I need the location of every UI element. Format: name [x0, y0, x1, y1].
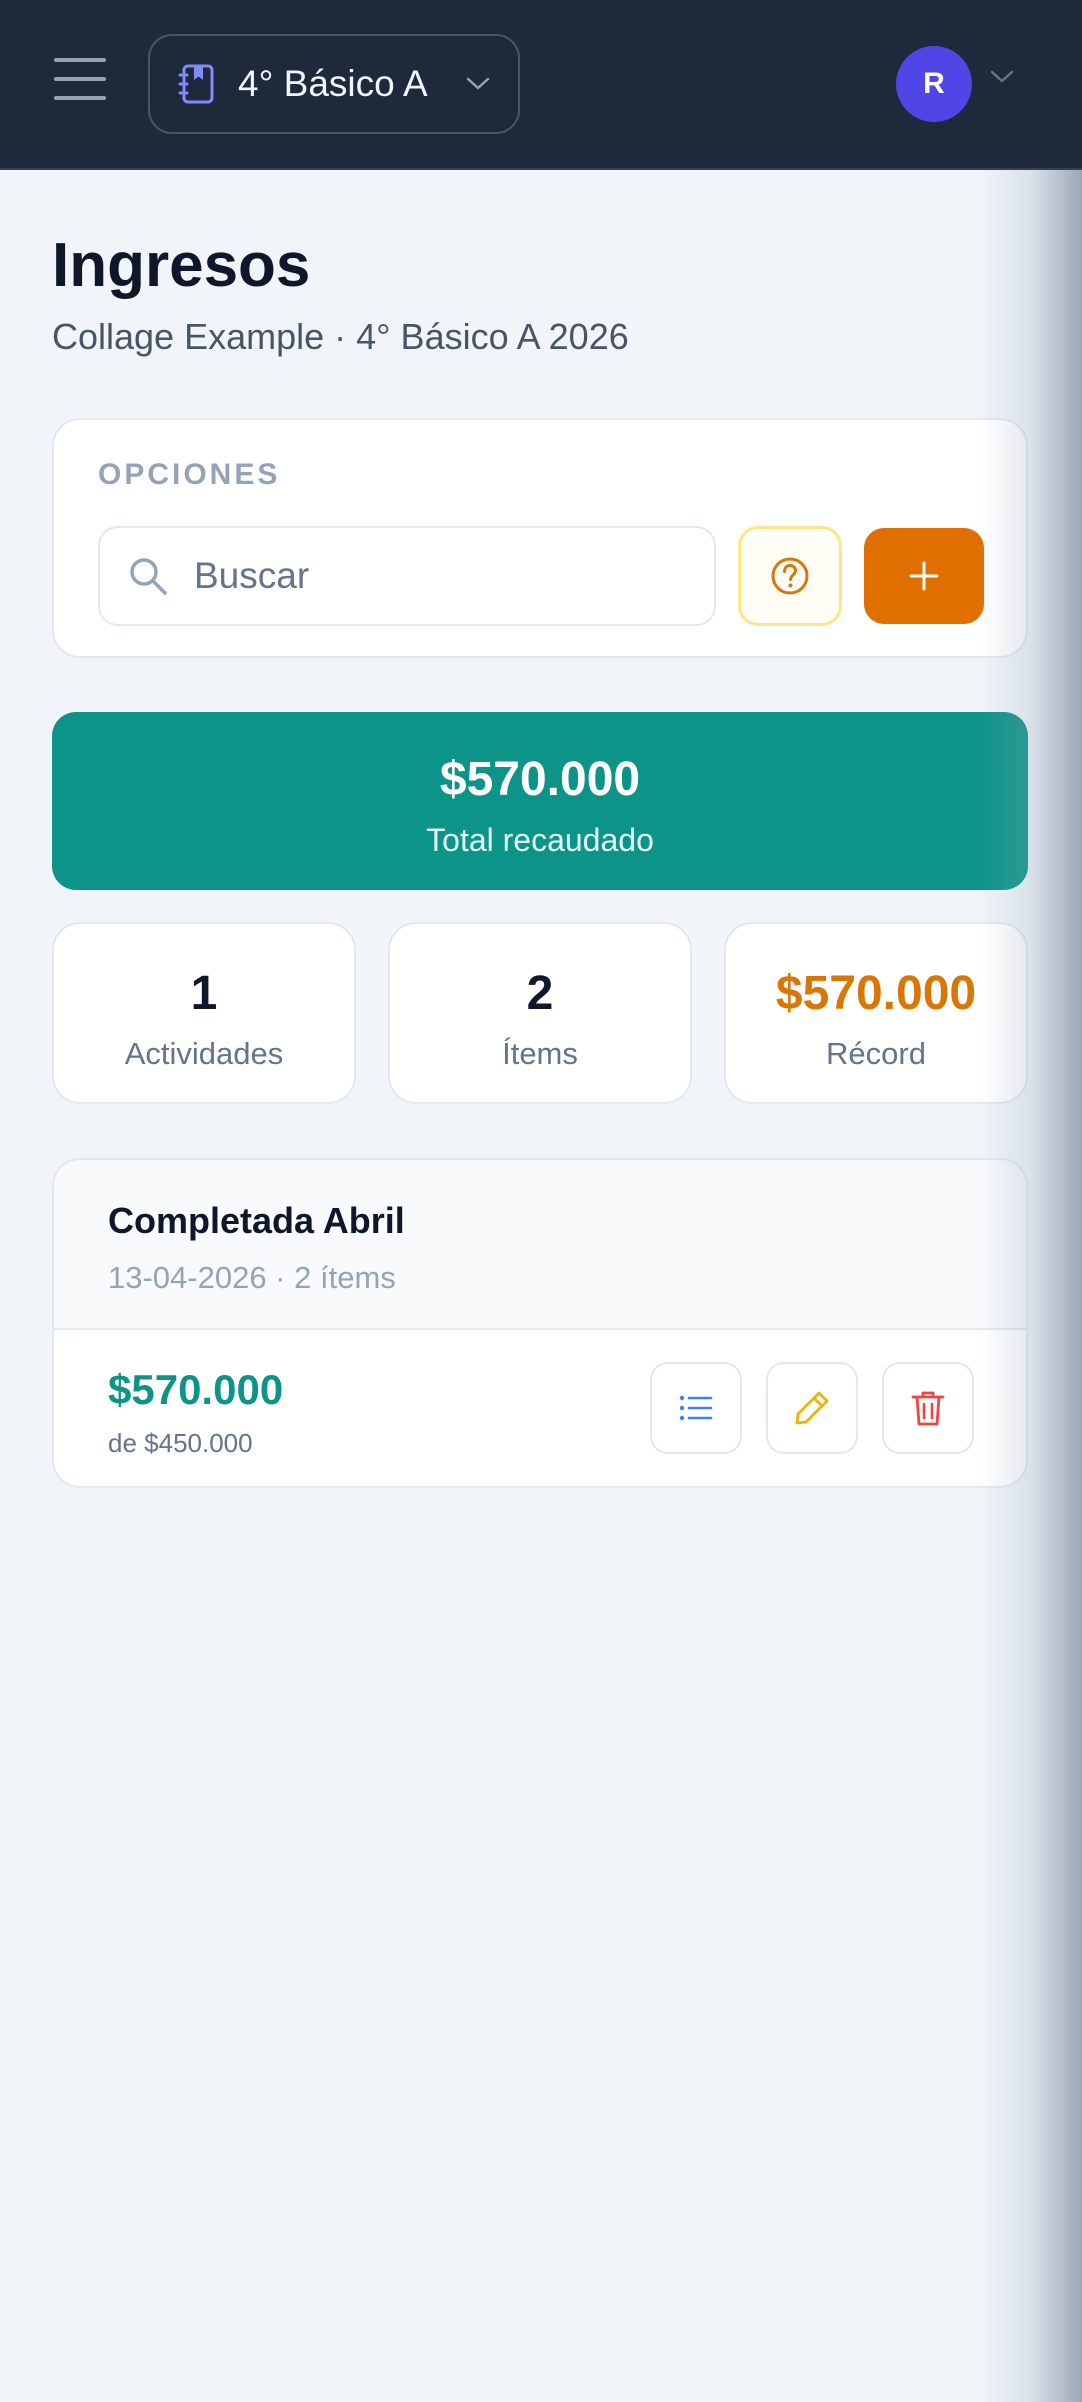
pencil-icon [795, 1391, 829, 1425]
avatar[interactable]: R [896, 46, 972, 122]
chevron-down-icon [466, 77, 490, 90]
course-label: 4° Básico A [238, 63, 428, 104]
activity-header[interactable]: Completada Abril 13-04-2026 · 2 ítems [54, 1160, 1026, 1330]
total-banner: $570.000 Total recaudado [52, 712, 1028, 890]
page: 4° Básico A R Ingresos Collage Example ·… [0, 0, 1082, 2402]
stat-label: Actividades [124, 1036, 284, 1071]
stat-label: Récord [826, 1036, 926, 1071]
stat-activities: 1 Actividades [52, 922, 356, 1104]
search-icon [130, 558, 167, 595]
account-chevron-down-icon[interactable] [990, 70, 1014, 84]
list-icon [679, 1395, 713, 1421]
course-selector[interactable]: 4° Básico A [148, 34, 520, 134]
activity-amount: $570.000 [108, 1366, 284, 1413]
total-caption: Total recaudado [426, 822, 654, 858]
delete-button[interactable] [882, 1362, 974, 1454]
stat-value: 1 [190, 967, 218, 1020]
search-input[interactable] [194, 555, 674, 597]
activity-meta: 13-04-2026 · 2 ítems [108, 1260, 396, 1295]
total-amount: $570.000 [439, 753, 641, 806]
stat-value: $570.000 [775, 967, 977, 1020]
notebook-icon [178, 64, 214, 104]
stat-items: 2 Ítems [388, 922, 692, 1104]
stat-record: $570.000 Récord [724, 922, 1028, 1104]
top-bar: 4° Básico A R [0, 0, 1082, 170]
page-subtitle: Collage Example · 4° Básico A 2026 [52, 316, 629, 357]
plus-icon [909, 561, 939, 591]
add-button[interactable] [864, 528, 984, 624]
avatar-initial: R [923, 67, 945, 100]
activity-card: Completada Abril 13-04-2026 · 2 ítems $5… [52, 1158, 1028, 1488]
search-box[interactable] [98, 526, 716, 626]
view-items-button[interactable] [650, 1362, 742, 1454]
options-label: OPCIONES [98, 458, 281, 491]
help-button[interactable] [738, 526, 842, 626]
edit-button[interactable] [766, 1362, 858, 1454]
stat-label: Ítems [502, 1036, 578, 1071]
trash-icon [911, 1391, 945, 1426]
page-title: Ingresos [52, 231, 311, 300]
activity-goal: de $450.000 [108, 1428, 253, 1458]
options-card: OPCIONES [52, 418, 1028, 658]
activity-name: Completada Abril [108, 1200, 405, 1241]
hamburger-icon[interactable] [54, 58, 106, 100]
question-circle-icon [771, 557, 809, 595]
stat-value: 2 [526, 967, 554, 1020]
